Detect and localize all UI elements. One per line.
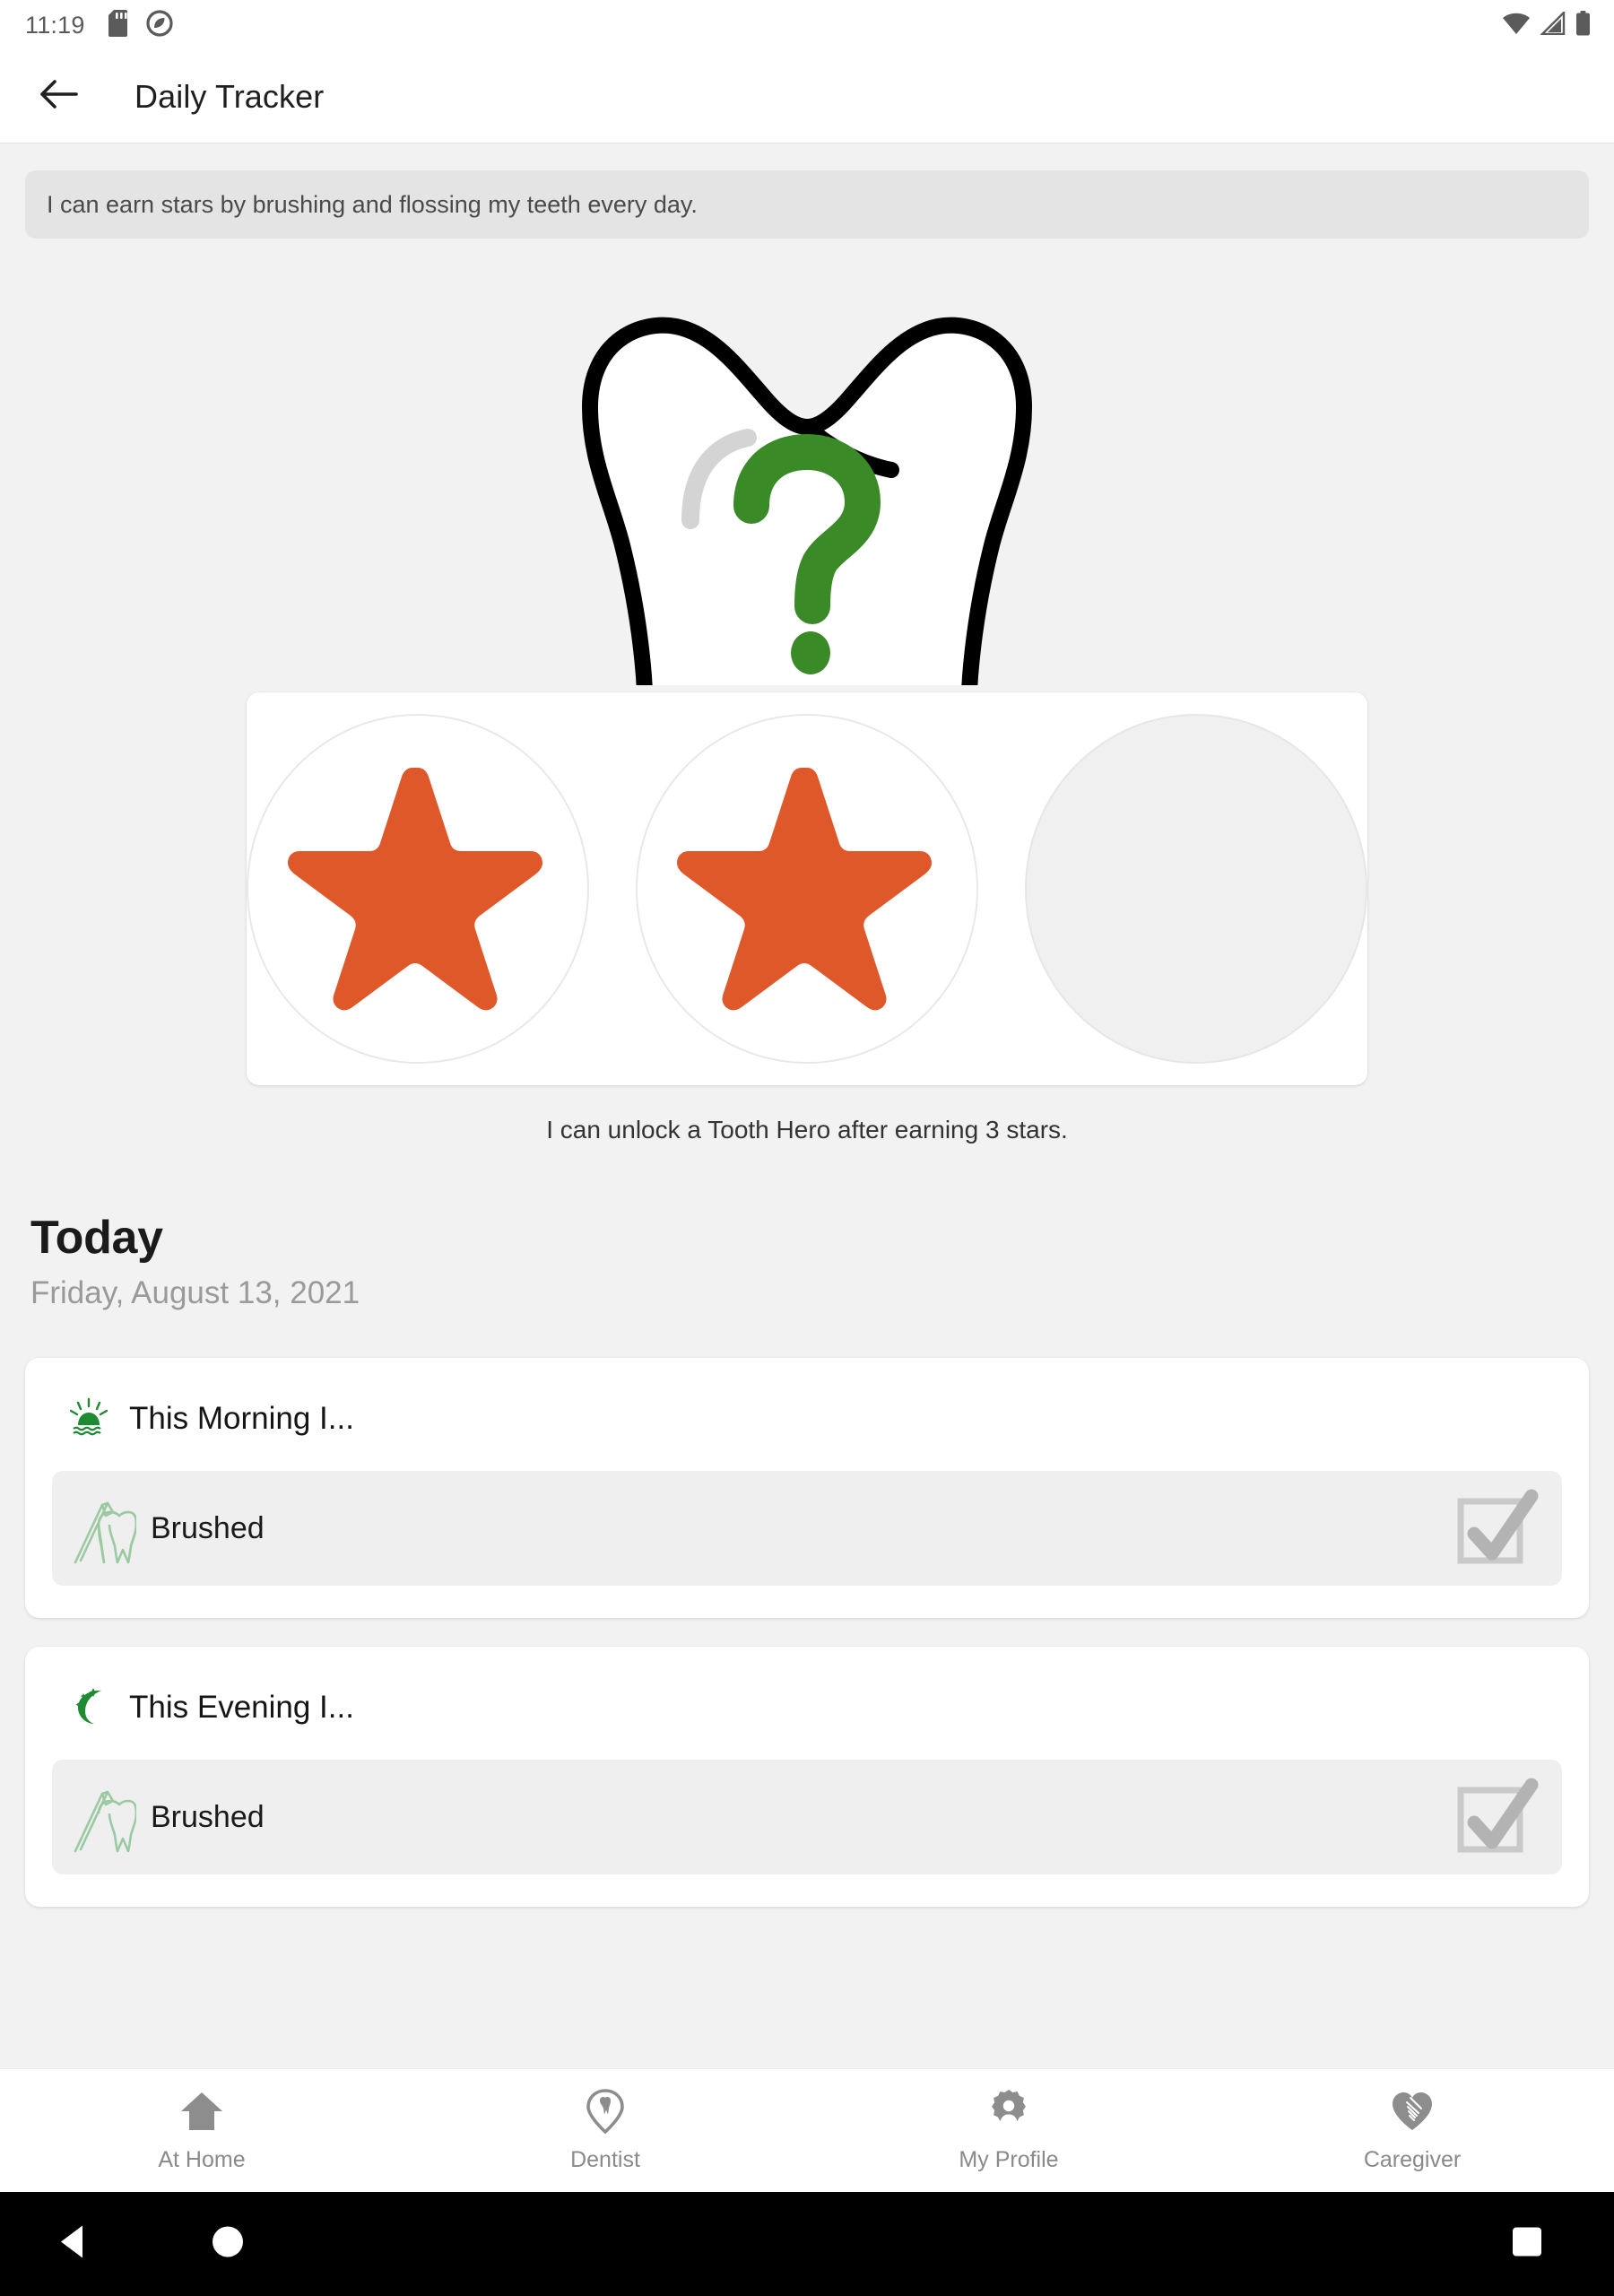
caregiver-heart-hand-icon: [1389, 2088, 1436, 2139]
stars-caption: I can unlock a Tooth Hero after earning …: [546, 1116, 1068, 1144]
checkbox-checked-icon: [1453, 1483, 1539, 1574]
nav-label-caregiver: Caregiver: [1363, 2147, 1462, 2172]
today-heading: Today: [30, 1212, 163, 1264]
app-screen: 11:19 Daily Tracker I can earn stars by …: [0, 0, 1614, 2296]
nav-label-my-profile: My Profile: [959, 2147, 1059, 2172]
nav-item-dentist[interactable]: Dentist: [404, 2088, 807, 2173]
star-icon: [283, 757, 552, 1022]
session-title-evening: This Evening I...: [129, 1690, 354, 1725]
dentist-pin-icon: [582, 2088, 629, 2139]
task-label-morning-brushed: Brushed: [151, 1510, 265, 1545]
session-header-morning: This Morning I...: [52, 1387, 1562, 1451]
profile-badge-icon: [985, 2088, 1032, 2139]
stars-card: [247, 692, 1367, 1085]
sunrise-icon: [68, 1396, 109, 1442]
toothbrush-tooth-icon: [72, 1489, 138, 1569]
app-bar: Daily Tracker: [0, 50, 1614, 144]
status-bar: 11:19: [0, 0, 1614, 50]
star-slot-1[interactable]: [247, 714, 589, 1064]
tooth-question-mark-icon: [511, 309, 1103, 685]
today-block: Today Friday, August 13, 2021: [30, 1211, 1614, 1311]
system-home-icon[interactable]: [208, 2222, 247, 2266]
tooth-hero: [0, 309, 1614, 685]
cell-signal-icon: [1540, 9, 1566, 39]
nav-label-at-home: At Home: [158, 2147, 246, 2172]
back-button[interactable]: [30, 69, 86, 125]
battery-icon: [1575, 10, 1591, 40]
system-back-icon[interactable]: [56, 2222, 91, 2266]
checkbox-morning-brushed[interactable]: [1453, 1485, 1539, 1571]
session-card-morning: This Morning I... Brushed: [25, 1358, 1589, 1618]
status-bar-left-icons: [108, 9, 173, 41]
sd-card-icon: [108, 9, 132, 41]
task-left-morning: Brushed: [72, 1489, 1453, 1569]
task-label-evening-brushed: Brushed: [151, 1799, 265, 1834]
do-not-disturb-icon: [145, 9, 173, 41]
scroll-content: I can earn stars by brushing and flossin…: [0, 144, 1614, 2192]
info-banner: I can earn stars by brushing and flossin…: [25, 170, 1589, 239]
home-icon: [178, 2088, 225, 2139]
android-system-bar: [0, 2192, 1614, 2296]
nav-item-at-home[interactable]: At Home: [0, 2088, 404, 2173]
session-header-evening: This Evening I...: [52, 1675, 1562, 1740]
wifi-icon: [1502, 12, 1531, 39]
session-card-evening: This Evening I... Brushed: [25, 1647, 1589, 1907]
star-icon: [672, 757, 941, 1022]
star-slot-2[interactable]: [636, 714, 978, 1064]
checkbox-checked-icon: [1453, 1772, 1539, 1863]
back-arrow-icon: [39, 77, 78, 116]
checkbox-evening-brushed[interactable]: [1453, 1774, 1539, 1860]
bottom-navigation: At Home Dentist My Profile Caregiver: [0, 2068, 1614, 2192]
toothbrush-tooth-icon: [72, 1778, 138, 1857]
today-date: Friday, August 13, 2021: [30, 1275, 360, 1310]
nav-item-my-profile[interactable]: My Profile: [807, 2088, 1210, 2173]
status-bar-right-icons: [1502, 9, 1591, 40]
nav-item-caregiver[interactable]: Caregiver: [1210, 2088, 1614, 2173]
task-row-evening-brushed[interactable]: Brushed: [52, 1760, 1562, 1874]
session-title-morning: This Morning I...: [129, 1401, 354, 1436]
star-slot-3[interactable]: [1025, 714, 1367, 1064]
task-left-evening: Brushed: [72, 1778, 1453, 1857]
page-title: Daily Tracker: [134, 77, 325, 115]
info-banner-text: I can earn stars by brushing and flossin…: [47, 190, 698, 218]
system-recents-icon[interactable]: [1510, 2225, 1544, 2264]
nav-label-dentist: Dentist: [570, 2147, 640, 2172]
status-bar-time: 11:19: [25, 11, 85, 39]
task-row-morning-brushed[interactable]: Brushed: [52, 1471, 1562, 1586]
crescent-moon-icon: [68, 1685, 109, 1731]
